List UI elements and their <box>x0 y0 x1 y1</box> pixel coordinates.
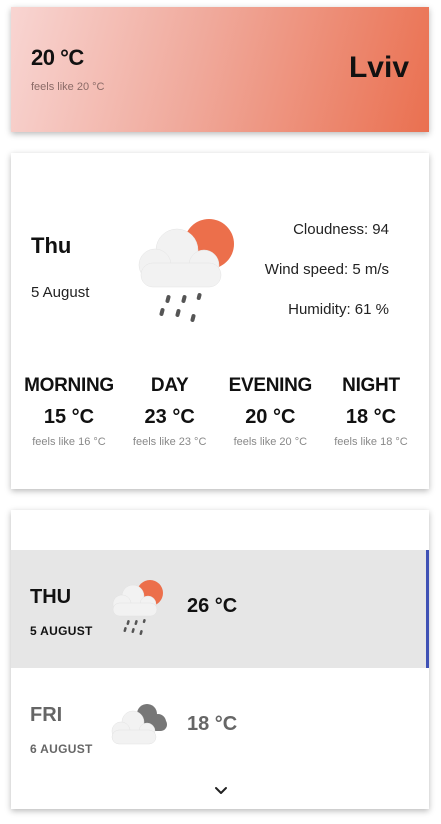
today-stats: Cloudness: 94 Wind speed: 5 m/s Humidity… <box>265 220 389 340</box>
period-night: NIGHT 18 °C feels like 18 °C <box>323 375 419 448</box>
period-temp: 15 °C <box>43 406 95 428</box>
forecast-temp: 18 °C <box>187 713 238 735</box>
forecast-date: 5 AUGUST <box>30 624 93 638</box>
period-feels-like: feels like 23 °C <box>132 436 207 448</box>
partly-cloudy-rain-icon <box>138 219 234 322</box>
period-feels-like: feels like 16 °C <box>32 436 106 448</box>
chevron-down-icon[interactable] <box>211 780 231 800</box>
cloudness-value: Cloudness: 94 <box>293 221 389 238</box>
period-evening: EVENING 20 °C feels like 20 °C <box>222 375 318 448</box>
forecast-item-thu[interactable]: THU 5 AUGUST 26 °C <box>11 550 429 668</box>
partly-cloudy-rain-icon <box>112 580 163 636</box>
humidity-value: Humidity: 61 % <box>288 301 389 318</box>
current-temp: 20 °C <box>31 45 84 70</box>
current-feels-like: feels like 20 °C <box>31 81 105 93</box>
period-feels-like: feels like 20 °C <box>233 436 308 448</box>
overcast-clouds-icon <box>111 704 167 745</box>
period-name: DAY <box>150 375 189 396</box>
period-day: DAY 23 °C feels like 23 °C <box>122 375 218 448</box>
current-weather-header: 20 °C feels like 20 °C Lviv <box>11 7 429 132</box>
today-date: 5 August <box>31 284 90 301</box>
period-name: NIGHT <box>342 375 400 396</box>
forecast-day: THU <box>30 586 72 608</box>
city-name: Lviv <box>348 51 409 84</box>
day-periods: MORNING 15 °C feels like 16 °C DAY 23 °C… <box>21 375 419 448</box>
forecast-item-fri[interactable]: FRI 6 AUGUST 18 °C <box>11 668 429 786</box>
forecast-temp: 26 °C <box>187 595 238 617</box>
wind-speed-value: Wind speed: 5 m/s <box>264 261 389 278</box>
period-name: EVENING <box>228 375 313 396</box>
period-temp: 18 °C <box>345 406 397 428</box>
period-temp: 23 °C <box>144 406 195 428</box>
forecast-day: FRI <box>30 704 63 726</box>
period-morning: MORNING 15 °C feels like 16 °C <box>21 375 117 448</box>
forecast-list: THU 5 AUGUST 26 °C FRI 6 AUGUST 18 °C <box>11 510 429 809</box>
today-detail-card: Thu 5 August Cloudness: 94 Wind speed: 5… <box>11 153 429 489</box>
period-name: MORNING <box>24 375 114 396</box>
period-feels-like: feels like 18 °C <box>334 436 408 448</box>
today-day-name: Thu <box>31 233 72 258</box>
period-temp: 20 °C <box>245 406 296 428</box>
forecast-date: 6 AUGUST <box>30 742 93 756</box>
